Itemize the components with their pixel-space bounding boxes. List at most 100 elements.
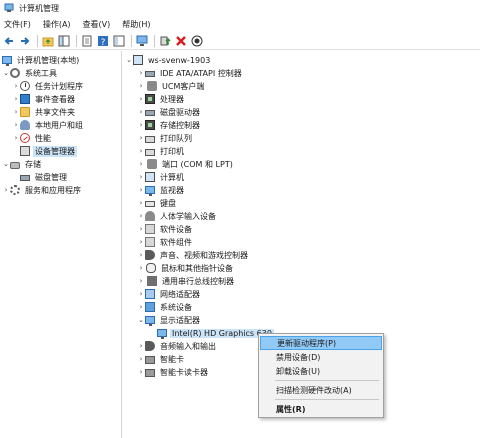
forward-icon[interactable]: [18, 34, 32, 48]
chevron-right-icon[interactable]: ›: [137, 67, 145, 79]
device-category[interactable]: › 打印队列: [137, 132, 194, 144]
tree-node-disk-management[interactable]: 磁盘管理: [20, 171, 69, 183]
tree-node-shared-folders[interactable]: › 共享文件夹: [12, 106, 77, 118]
chevron-right-icon[interactable]: ›: [12, 132, 20, 144]
chevron-right-icon[interactable]: ›: [137, 249, 145, 261]
device-category[interactable]: › 系统设备: [137, 301, 194, 313]
disable-icon[interactable]: [190, 34, 204, 48]
chevron-right-icon[interactable]: ›: [137, 301, 145, 313]
chevron-right-icon[interactable]: ›: [137, 353, 145, 365]
chevron-right-icon[interactable]: ›: [137, 80, 145, 92]
chevron-right-icon[interactable]: ›: [12, 119, 20, 131]
chevron-right-icon[interactable]: ›: [137, 366, 145, 378]
device-category[interactable]: › 音频输入和输出: [137, 340, 218, 352]
device-manager-icon: [20, 146, 30, 156]
device-category[interactable]: › 打印机: [137, 145, 186, 157]
device-category[interactable]: › 智能卡读卡器: [137, 366, 210, 378]
update-driver-icon[interactable]: [158, 34, 172, 48]
tree-label: 共享文件夹: [35, 107, 75, 117]
chevron-right-icon[interactable]: ›: [137, 223, 145, 235]
chevron-right-icon[interactable]: ›: [137, 106, 145, 118]
menu-uninstall-device[interactable]: 卸载设备(U): [260, 364, 382, 378]
chevron-right-icon[interactable]: ›: [137, 236, 145, 248]
device-category[interactable]: › 智能卡: [137, 353, 186, 365]
chevron-right-icon[interactable]: ›: [2, 184, 10, 196]
device-category[interactable]: › 人体学输入设备: [137, 210, 218, 222]
chevron-right-icon[interactable]: ›: [137, 132, 145, 144]
chevron-right-icon[interactable]: ›: [137, 210, 145, 222]
chevron-right-icon[interactable]: ›: [12, 106, 20, 118]
menu-scan-hardware[interactable]: 扫描检测硬件改动(A): [260, 383, 382, 397]
tree-node-computer-management[interactable]: 计算机管理(本地): [2, 54, 81, 66]
chevron-right-icon[interactable]: ›: [137, 119, 145, 131]
device-intel-hd-graphics[interactable]: Intel(R) HD Graphics 630: [157, 327, 274, 339]
menu-help[interactable]: 帮助(H): [122, 19, 150, 30]
tree-label: 性能: [35, 133, 51, 143]
panel-icon[interactable]: [112, 34, 126, 48]
device-category[interactable]: › UCM客户端: [137, 80, 206, 92]
menu-disable-device[interactable]: 禁用设备(D): [260, 350, 382, 364]
device-category[interactable]: › 通用串行总线控制器: [137, 275, 236, 287]
chevron-right-icon[interactable]: ›: [137, 275, 145, 287]
device-category[interactable]: › IDE ATA/ATAPI 控制器: [137, 67, 244, 79]
device-category[interactable]: › 磁盘驱动器: [137, 106, 202, 118]
tree-label: 服务和应用程序: [25, 185, 81, 195]
tree-node-task-scheduler[interactable]: › 任务计划程序: [12, 80, 85, 92]
usb-icon: [147, 276, 157, 286]
device-root[interactable]: ⌄ ws-svenw-1903: [125, 54, 212, 66]
tree-node-local-users[interactable]: › 本地用户和组: [12, 119, 85, 131]
software-device-icon: [145, 224, 155, 234]
menu-action[interactable]: 操作(A): [43, 19, 71, 30]
chevron-right-icon[interactable]: ›: [12, 93, 20, 105]
device-category[interactable]: › 处理器: [137, 93, 186, 105]
tree-node-device-manager[interactable]: 设备管理器: [20, 145, 77, 157]
processor-icon: [145, 94, 155, 104]
chevron-right-icon[interactable]: ›: [137, 171, 145, 183]
device-category[interactable]: › 监视器: [137, 184, 186, 196]
help-icon[interactable]: ?: [96, 34, 110, 48]
device-category[interactable]: › 软件设备: [137, 223, 194, 235]
chevron-right-icon[interactable]: ›: [12, 80, 20, 92]
chevron-down-icon[interactable]: ⌄: [2, 158, 10, 170]
menu-separator: [275, 399, 379, 400]
chevron-right-icon[interactable]: ›: [137, 262, 145, 274]
monitor-icon[interactable]: [135, 34, 149, 48]
menu-properties[interactable]: 属性(R): [260, 402, 382, 416]
category-label: 智能卡读卡器: [160, 367, 208, 377]
chevron-right-icon[interactable]: ›: [137, 288, 145, 300]
device-category[interactable]: › 键盘: [137, 197, 178, 209]
device-category[interactable]: › 软件组件: [137, 236, 194, 248]
tree-node-system-tools[interactable]: ⌄ 系统工具: [2, 67, 59, 79]
tree-node-event-viewer[interactable]: › 事件查看器: [12, 93, 77, 105]
device-category[interactable]: › 网络适配器: [137, 288, 202, 300]
device-category[interactable]: › 端口 (COM 和 LPT): [137, 158, 235, 170]
device-category[interactable]: › 鼠标和其他指针设备: [137, 262, 235, 274]
menu-update-driver[interactable]: 更新驱动程序(P): [260, 336, 382, 350]
tree-node-services[interactable]: › 服务和应用程序: [2, 184, 83, 196]
chevron-right-icon[interactable]: ›: [137, 145, 145, 157]
chevron-right-icon[interactable]: ›: [137, 340, 145, 352]
chevron-right-icon[interactable]: ›: [137, 158, 145, 170]
tree-node-performance[interactable]: › 性能: [12, 132, 53, 144]
device-category-display[interactable]: ⌄ 显示适配器: [137, 314, 202, 326]
device-category[interactable]: › 存储控制器: [137, 119, 202, 131]
menu-file[interactable]: 文件(F): [4, 19, 31, 30]
category-label: 系统设备: [160, 302, 192, 312]
show-tree-icon[interactable]: [57, 34, 71, 48]
back-icon[interactable]: [2, 34, 16, 48]
computer-management-icon: [4, 3, 14, 13]
chevron-right-icon[interactable]: ›: [137, 197, 145, 209]
chevron-down-icon[interactable]: ⌄: [125, 54, 133, 66]
device-category[interactable]: › 计算机: [137, 171, 186, 183]
tree-node-storage[interactable]: ⌄ 存储: [2, 158, 43, 170]
chevron-right-icon[interactable]: ›: [137, 93, 145, 105]
menu-view[interactable]: 查看(V): [83, 19, 111, 30]
toolbar-separator: [154, 34, 155, 47]
uninstall-icon[interactable]: [174, 34, 188, 48]
properties-icon[interactable]: [80, 34, 94, 48]
up-folder-icon[interactable]: [41, 34, 55, 48]
chevron-down-icon[interactable]: ⌄: [2, 67, 10, 79]
chevron-down-icon[interactable]: ⌄: [137, 314, 145, 326]
device-category[interactable]: › 声音、视频和游戏控制器: [137, 249, 250, 261]
chevron-right-icon[interactable]: ›: [137, 184, 145, 196]
